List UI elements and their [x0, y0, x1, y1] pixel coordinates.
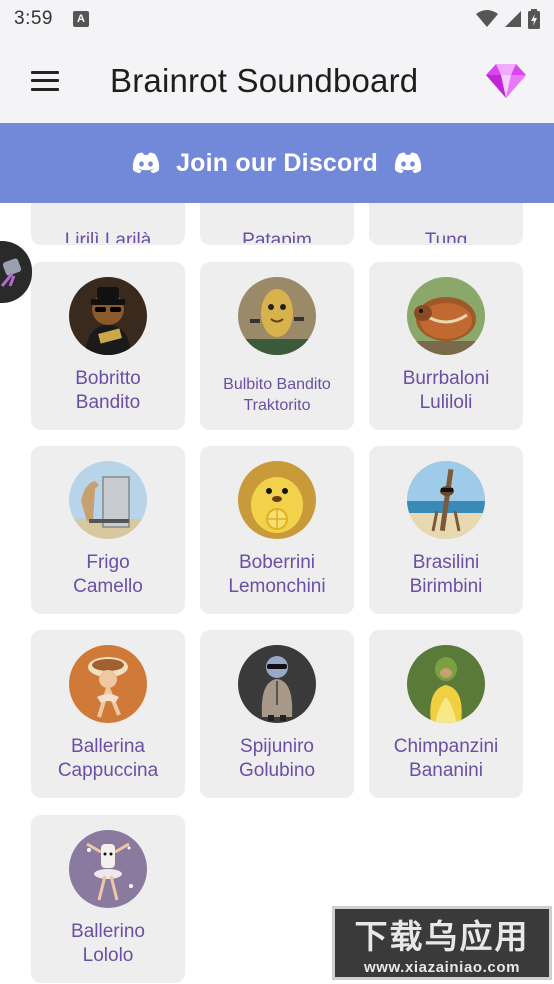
app-bar: Brainrot Soundboard: [0, 38, 554, 123]
sound-card-label: Patapim: [242, 230, 312, 243]
sound-card[interactable]: Frigo Camello: [31, 446, 185, 614]
discord-banner[interactable]: Join our Discord: [0, 123, 554, 203]
watermark-text: 下载乌应用: [354, 917, 530, 956]
sound-card-label: Bulbito Bandito Traktorito: [223, 376, 331, 414]
hamburger-menu-icon: [31, 70, 59, 91]
sound-card[interactable]: Spijuniro Golubino: [200, 630, 354, 798]
watermark: 下载乌应用 www.xiazainiao.com: [332, 906, 552, 980]
signal-icon: [505, 11, 521, 27]
sound-card-label: Bobritto Bandito: [75, 368, 141, 413]
wifi-icon: [476, 10, 498, 27]
broom-icon: [0, 258, 22, 287]
sound-card-label: Ballerina Cappuccina: [57, 736, 159, 781]
sound-card[interactable]: Bulbito Bandito Traktorito: [200, 262, 354, 430]
sound-card-label: Boberrini Lemonchini: [228, 552, 326, 597]
sound-card-label: Chimpanzini Bananini: [393, 736, 499, 781]
bobritto-bandito-image: [69, 277, 147, 355]
sound-card-label: Burrbaloni Luliloli: [402, 368, 490, 413]
sound-card[interactable]: Tung: [369, 203, 523, 245]
sound-card[interactable]: Patapim: [200, 203, 354, 245]
sound-card-label: Frigo Camello: [73, 552, 143, 597]
sound-card[interactable]: Ballerina Cappuccina: [31, 630, 185, 798]
sound-card[interactable]: Chimpanzini Bananini: [369, 630, 523, 798]
sound-card-label: Ballerino Lololo: [71, 921, 145, 966]
premium-button[interactable]: [484, 58, 528, 102]
sound-grid: Lirilì Larilà Patapim Tung Bobritto Bandi…: [0, 203, 554, 984]
ballerina-cappuccina-image: [69, 645, 147, 723]
status-time: 3:59: [14, 8, 53, 29]
boberrini-lemonchini-image: [238, 461, 316, 539]
battery-icon: [528, 9, 540, 29]
diamond-icon: [486, 64, 526, 98]
sound-card[interactable]: Ballerino Lololo: [31, 815, 185, 983]
sound-card[interactable]: Bobritto Bandito: [31, 262, 185, 430]
sound-card[interactable]: Burrbaloni Luliloli: [369, 262, 523, 430]
discord-icon: [132, 152, 160, 173]
sound-card[interactable]: Lirilì Larilà: [31, 203, 185, 245]
menu-button[interactable]: [0, 38, 90, 123]
bulbito-bandito-traktorito-image: [238, 277, 316, 355]
app-title: Brainrot Soundboard: [110, 61, 419, 99]
watermark-url: www.xiazainiao.com: [363, 959, 521, 976]
ballerino-lololo-image: [69, 830, 147, 908]
a-icon: A: [72, 11, 89, 27]
sound-card-label: Lirilì Larilà: [64, 230, 152, 243]
sound-card-label: Tung: [424, 230, 468, 243]
sound-card[interactable]: Boberrini Lemonchini: [200, 446, 354, 614]
chimpanzini-bananini-image: [407, 645, 485, 723]
burrbaloni-luliloli-image: [407, 277, 485, 355]
sound-card-label: Brasilini Birimbini: [409, 552, 483, 597]
discord-label: Join our Discord: [176, 148, 378, 177]
spijuniro-golubino-image: [238, 645, 316, 723]
sound-card-label: Spijuniro Golubino: [238, 736, 316, 781]
status-bar: 3:59 A: [0, 0, 554, 38]
status-icons: [476, 9, 540, 29]
discord-icon: [394, 152, 422, 173]
sound-card[interactable]: Brasilini Birimbini: [369, 446, 523, 614]
brasilini-birimbini-image: [407, 461, 485, 539]
frigo-camello-image: [69, 461, 147, 539]
